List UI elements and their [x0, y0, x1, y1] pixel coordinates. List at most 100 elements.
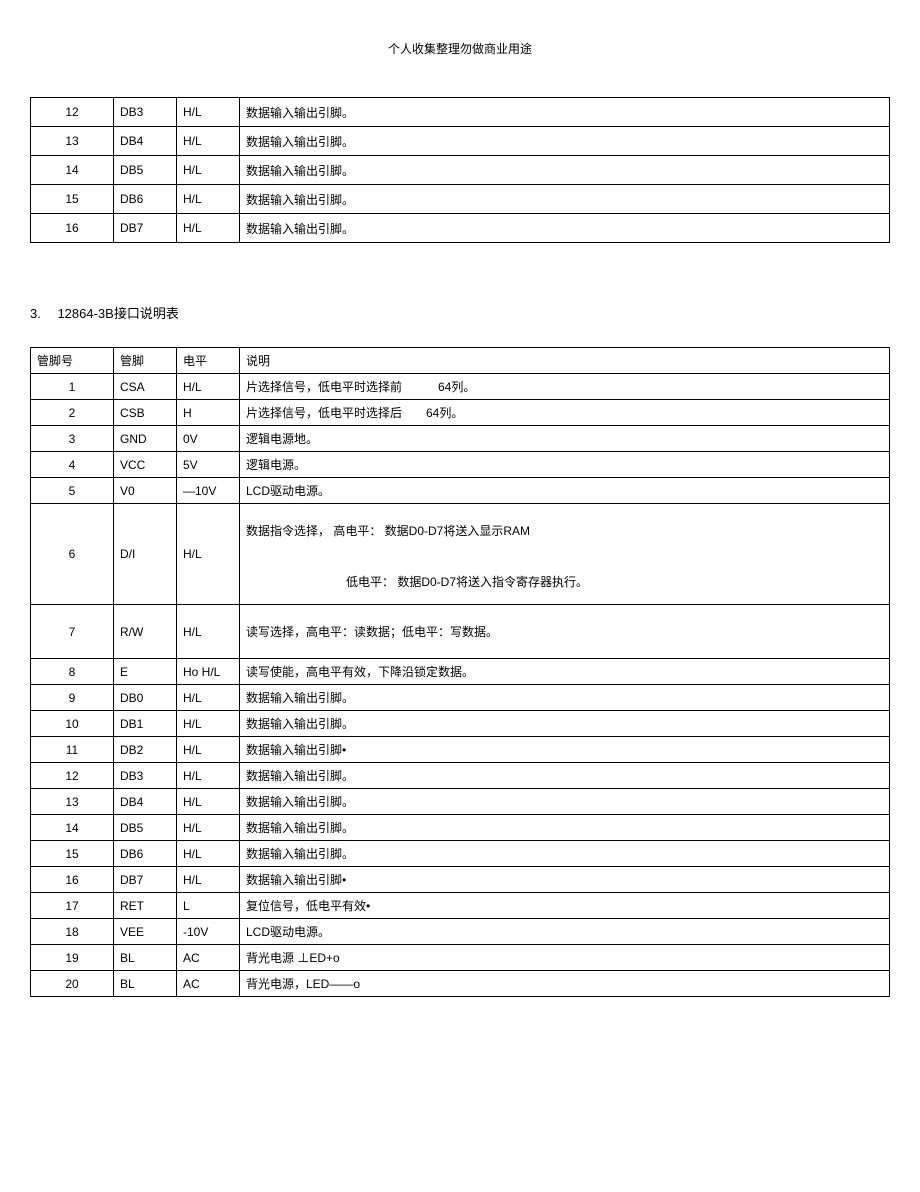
- cell-level: H/L: [177, 685, 240, 711]
- cell-desc: 数据指令选择， 高电平： 数据D0-D7将送入显示RAM低电平： 数据D0-D7…: [240, 504, 890, 605]
- cell-desc: 数据输入输出引脚。: [240, 763, 890, 789]
- cell-desc: 数据输入输出引脚•: [240, 737, 890, 763]
- cell-level: H/L: [177, 605, 240, 659]
- cell-desc: 逻辑电源地。: [240, 426, 890, 452]
- cell-level: H/L: [177, 504, 240, 605]
- cell-pin-name: DB3: [114, 763, 177, 789]
- table-row: 10DB1H/L数据输入输出引脚。: [31, 711, 890, 737]
- cell-pin-num: 2: [31, 400, 114, 426]
- table-row: 16DB7H/L数据输入输出引脚。: [31, 214, 890, 243]
- cell-desc: 数据输入输出引脚。: [240, 98, 890, 127]
- cell-pin-name: R/W: [114, 605, 177, 659]
- cell-level: Ho H/L: [177, 659, 240, 685]
- cell-pin-name: DB7: [114, 214, 177, 243]
- header-pin-name: 管脚: [114, 348, 177, 374]
- cell-pin-num: 16: [31, 867, 114, 893]
- cell-pin-name: DB0: [114, 685, 177, 711]
- cell-pin-num: 7: [31, 605, 114, 659]
- cell-level: H/L: [177, 214, 240, 243]
- table-row: 13DB4H/L数据输入输出引脚。: [31, 127, 890, 156]
- table-row: 7R/WH/L读写选择，高电平：读数据；低电平：写数据。: [31, 605, 890, 659]
- cell-desc: 数据输入输出引脚。: [240, 711, 890, 737]
- cell-pin-name: DB4: [114, 789, 177, 815]
- cell-pin-name: DB3: [114, 98, 177, 127]
- table-row: 14DB5H/L数据输入输出引脚。: [31, 815, 890, 841]
- cell-pin-num: 1: [31, 374, 114, 400]
- table-row: 13DB4H/L数据输入输出引脚。: [31, 789, 890, 815]
- cell-level: H/L: [177, 156, 240, 185]
- cell-pin-num: 14: [31, 156, 114, 185]
- cell-pin-name: DB7: [114, 867, 177, 893]
- table-row: 20BLAC背光电源，LED——o: [31, 971, 890, 997]
- cell-desc: 数据输入输出引脚。: [240, 127, 890, 156]
- table-row: 6D/IH/L数据指令选择， 高电平： 数据D0-D7将送入显示RAM低电平： …: [31, 504, 890, 605]
- cell-pin-num: 15: [31, 185, 114, 214]
- cell-pin-name: D/I: [114, 504, 177, 605]
- cell-desc: 数据输入输出引脚。: [240, 185, 890, 214]
- cell-pin-name: DB2: [114, 737, 177, 763]
- header-note: 个人收集整理勿做商业用途: [30, 40, 890, 57]
- table-row: 19BLAC背光电源 ⊥ED+o: [31, 945, 890, 971]
- table-row: 11DB2H/L数据输入输出引脚•: [31, 737, 890, 763]
- header-desc: 说明: [240, 348, 890, 374]
- cell-desc: 背光电源 ⊥ED+o: [240, 945, 890, 971]
- cell-pin-name: BL: [114, 971, 177, 997]
- cell-desc: 数据输入输出引脚。: [240, 156, 890, 185]
- cell-desc: 读写选择，高电平：读数据；低电平：写数据。: [240, 605, 890, 659]
- cell-level: H/L: [177, 737, 240, 763]
- cell-level: H/L: [177, 374, 240, 400]
- cell-pin-name: BL: [114, 945, 177, 971]
- cell-level: —10V: [177, 478, 240, 504]
- table-row: 12DB3H/L数据输入输出引脚。: [31, 763, 890, 789]
- cell-pin-num: 11: [31, 737, 114, 763]
- cell-desc: 读写使能，高电平有效，下降沿锁定数据。: [240, 659, 890, 685]
- table-row: 3GND0V逻辑电源地。: [31, 426, 890, 452]
- cell-desc: 背光电源，LED——o: [240, 971, 890, 997]
- cell-pin-num: 15: [31, 841, 114, 867]
- table-row: 15DB6H/L数据输入输出引脚。: [31, 185, 890, 214]
- cell-pin-name: DB6: [114, 841, 177, 867]
- cell-pin-num: 10: [31, 711, 114, 737]
- cell-level: -10V: [177, 919, 240, 945]
- table-row: 16DB7H/L数据输入输出引脚•: [31, 867, 890, 893]
- cell-level: H/L: [177, 127, 240, 156]
- cell-desc: 数据输入输出引脚。: [240, 841, 890, 867]
- cell-pin-name: VCC: [114, 452, 177, 478]
- cell-level: H/L: [177, 98, 240, 127]
- cell-pin-num: 14: [31, 815, 114, 841]
- cell-level: 0V: [177, 426, 240, 452]
- cell-level: H/L: [177, 841, 240, 867]
- cell-pin-num: 19: [31, 945, 114, 971]
- cell-pin-name: RET: [114, 893, 177, 919]
- interface-table: 管脚号管脚电平说明1CSAH/L片选择信号，低电平时选择前 64列。2CSBH片…: [30, 347, 890, 997]
- cell-desc: 数据输入输出引脚。: [240, 685, 890, 711]
- table-row: 9DB0H/L数据输入输出引脚。: [31, 685, 890, 711]
- table-row: 2CSBH片选择信号，低电平时选择后 64列。: [31, 400, 890, 426]
- cell-pin-name: DB4: [114, 127, 177, 156]
- cell-pin-name: DB1: [114, 711, 177, 737]
- cell-pin-num: 13: [31, 127, 114, 156]
- table-header-row: 管脚号管脚电平说明: [31, 348, 890, 374]
- cell-pin-num: 16: [31, 214, 114, 243]
- table-row: 8EHo H/L读写使能，高电平有效，下降沿锁定数据。: [31, 659, 890, 685]
- cell-level: H: [177, 400, 240, 426]
- cell-pin-name: DB5: [114, 156, 177, 185]
- table-row: 5V0—10VLCD驱动电源。: [31, 478, 890, 504]
- cell-pin-name: CSB: [114, 400, 177, 426]
- table-row: 15DB6H/L数据输入输出引脚。: [31, 841, 890, 867]
- cell-pin-num: 3: [31, 426, 114, 452]
- table-row: 1CSAH/L片选择信号，低电平时选择前 64列。: [31, 374, 890, 400]
- cell-pin-num: 18: [31, 919, 114, 945]
- table-row: 17RETL复位信号，低电平有效•: [31, 893, 890, 919]
- cell-desc: 片选择信号，低电平时选择前 64列。: [240, 374, 890, 400]
- cell-desc: LCD驱动电源。: [240, 919, 890, 945]
- cell-level: H/L: [177, 867, 240, 893]
- cell-level: 5V: [177, 452, 240, 478]
- cell-desc: 数据输入输出引脚。: [240, 815, 890, 841]
- cell-desc: 数据输入输出引脚•: [240, 867, 890, 893]
- cell-pin-num: 13: [31, 789, 114, 815]
- cell-pin-name: V0: [114, 478, 177, 504]
- section-title: 3. 12864-3B接口说明表: [30, 303, 890, 322]
- cell-level: AC: [177, 945, 240, 971]
- cell-pin-name: VEE: [114, 919, 177, 945]
